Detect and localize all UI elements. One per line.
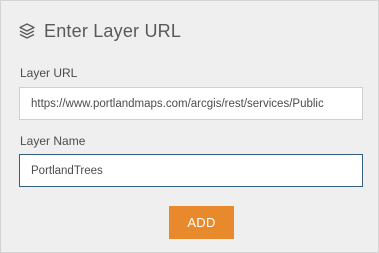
add-button[interactable]: ADD [169,206,234,239]
layer-url-input[interactable] [19,87,363,120]
layer-name-input[interactable] [19,154,363,187]
panel-title: Enter Layer URL [44,20,182,41]
layers-icon [18,22,36,40]
panel-header: Enter Layer URL [18,18,181,44]
layer-name-label: Layer Name [20,134,86,148]
layer-url-label: Layer URL [20,66,78,80]
add-layer-panel: Enter Layer URL Layer URL Layer Name ADD [0,0,379,253]
